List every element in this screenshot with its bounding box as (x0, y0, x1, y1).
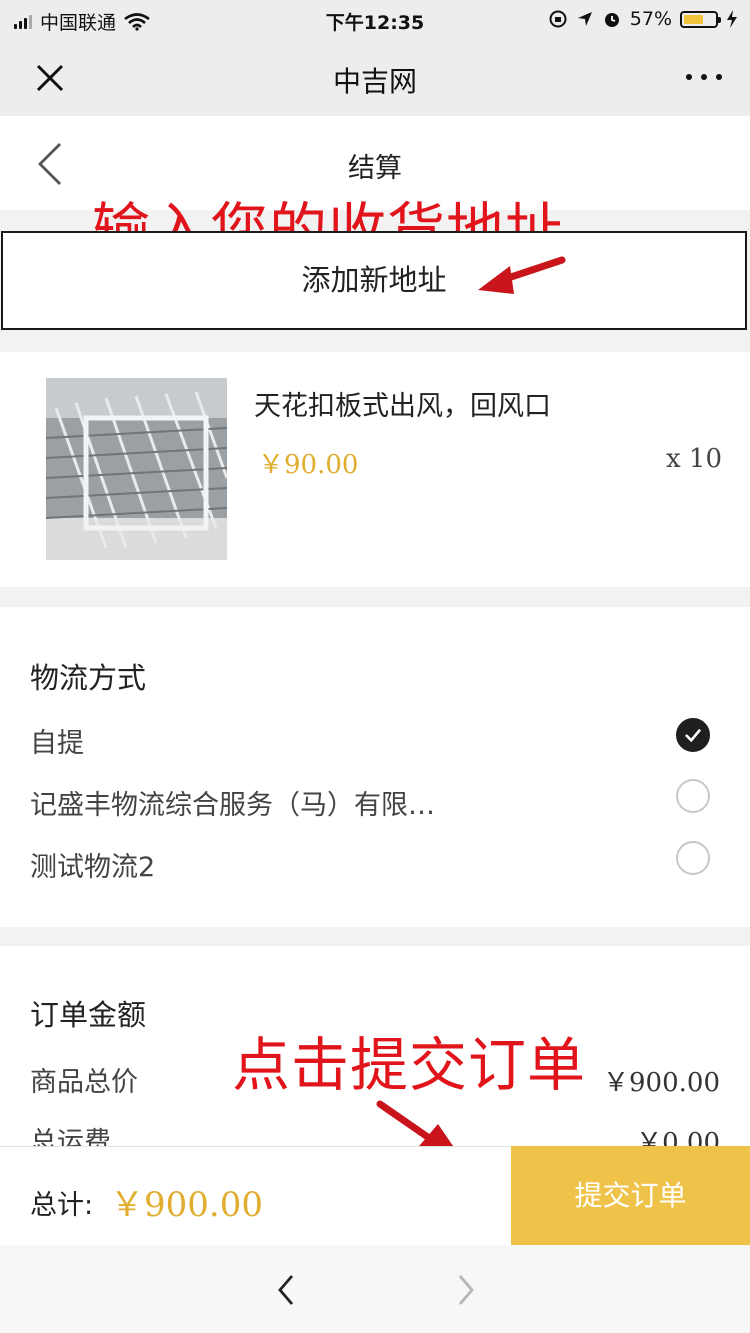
product-quantity: x 10 (665, 444, 722, 474)
amount-row-label: 商品总价 (30, 1067, 138, 1098)
location-icon (577, 12, 592, 26)
checkout-bar: 总计: ￥900.00 提交订单 (0, 1146, 750, 1245)
browser-nav-bar (0, 1245, 750, 1333)
radio-unchecked-icon[interactable] (676, 779, 710, 813)
more-icon[interactable] (686, 74, 722, 80)
alarm-icon (604, 13, 619, 27)
logistics-option-label[interactable]: 测试物流2 (30, 845, 155, 884)
annotation-submit-hint: 点击提交订单 (232, 1031, 587, 1099)
logistics-title: 物流方式 (30, 661, 147, 695)
total-label: 总计: (30, 1190, 94, 1221)
radio-checked-icon[interactable] (676, 718, 710, 752)
add-address-label: 添加新地址 (301, 263, 447, 297)
submit-order-label: 提交订单 (574, 1179, 687, 1212)
submit-order-button[interactable]: 提交订单 (511, 1146, 750, 1245)
wechat-page-title: 中吉网 (332, 65, 417, 98)
total-value: ￥900.00 (110, 1185, 263, 1225)
logistics-option-label[interactable]: 自提 (30, 721, 84, 760)
product-image (46, 378, 227, 560)
add-address-button[interactable]: 添加新地址 (1, 231, 747, 330)
battery-icon (680, 10, 721, 28)
product-name: 天花扣板式出风，回风口 (254, 391, 551, 422)
status-bar: 中国联通 下午12:35 57% (0, 0, 750, 40)
status-right: 57% (548, 8, 738, 30)
forward-arrow-icon[interactable] (456, 1273, 476, 1307)
logistics-section: 物流方式 自提 记盛丰物流综合服务（马）有限… 测试物流2 (0, 607, 750, 927)
battery-percent: 57% (629, 8, 672, 30)
product-card[interactable]: 天花扣板式出风，回风口 ￥90.00 x 10 (0, 352, 750, 587)
orientation-lock-icon (549, 10, 567, 28)
charging-icon (727, 10, 737, 28)
page-title: 结算 (348, 153, 402, 184)
amount-title: 订单金额 (30, 998, 147, 1032)
product-price: ￥90.00 (258, 450, 359, 480)
back-arrow-icon[interactable] (276, 1273, 296, 1307)
wechat-nav-bar: 中吉网 (0, 40, 750, 116)
amount-row-value: ￥900.00 (603, 1068, 720, 1098)
radio-unchecked-icon[interactable] (676, 841, 710, 875)
amount-row-value: ￥0.00 (636, 1128, 720, 1146)
logistics-option-label[interactable]: 记盛丰物流综合服务（马）有限… (30, 783, 435, 822)
amount-row-label: 总运费 (30, 1127, 111, 1146)
annotation-arrow-left-icon (478, 256, 566, 294)
